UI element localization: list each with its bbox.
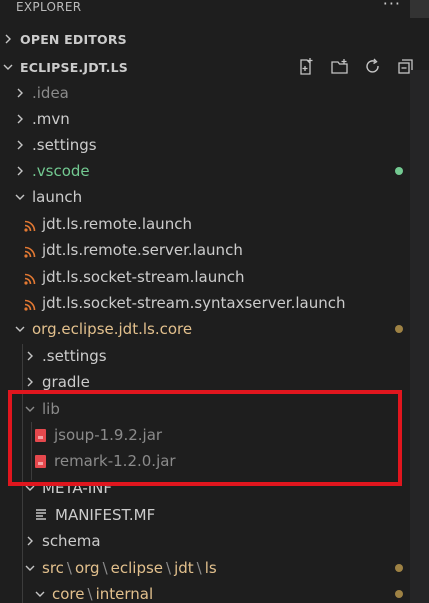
chevron-down-icon	[14, 323, 30, 335]
tree-item-label: jdt.ls.remote.launch	[42, 215, 192, 233]
tree-item-label: MANIFEST.MF	[55, 506, 156, 524]
collapse-all-icon[interactable]	[396, 57, 416, 77]
path-segment: eclipse	[110, 559, 164, 577]
tree-item-launch-file[interactable]: jdt.ls.remote.launch	[0, 211, 420, 237]
tree-item-label: .mvn	[32, 110, 70, 128]
tree-item-core[interactable]: org.eclipse.jdt.ls.core	[0, 316, 420, 342]
path-segment: ls	[204, 559, 217, 577]
refresh-icon[interactable]	[363, 57, 383, 77]
explorer-title: EXPLORER	[16, 0, 82, 14]
path-segment: jdt	[174, 559, 194, 577]
open-editors-label: OPEN EDITORS	[20, 31, 127, 47]
tree-item-src-path[interactable]: src \ org \ eclipse \ jdt \ ls	[0, 555, 420, 581]
highlight-box	[8, 390, 402, 486]
tree-item-label: .settings	[32, 136, 97, 154]
path-separator: \	[87, 585, 93, 603]
tree-item-label: jdt.ls.socket-stream.launch	[42, 268, 245, 286]
rss-icon	[24, 271, 36, 285]
modified-dot-icon	[395, 590, 403, 598]
rss-icon	[24, 244, 36, 258]
untracked-dot-icon	[395, 167, 403, 175]
open-editors-section[interactable]: OPEN EDITORS	[0, 26, 420, 52]
tree-item-label: .settings	[42, 347, 107, 365]
tree-item-label: schema	[42, 532, 101, 550]
tree-item-label: org.eclipse.jdt.ls.core	[32, 320, 193, 338]
tree-item-label: launch	[32, 188, 83, 206]
tree-item-label: .idea	[32, 84, 69, 102]
modified-dot-icon	[395, 564, 403, 572]
tree-item-label: .vscode	[32, 162, 90, 180]
text-file-icon	[35, 506, 47, 524]
tree-item-launch-file[interactable]: jdt.ls.socket-stream.syntaxserver.launch	[0, 290, 420, 316]
tree-item-launch[interactable]: launch	[0, 184, 420, 210]
project-section[interactable]: ECLIPSE.JDT.LS	[0, 54, 420, 80]
tree-item-launch-file[interactable]: jdt.ls.socket-stream.launch	[0, 264, 420, 290]
chevron-right-icon	[24, 350, 40, 362]
rss-icon	[24, 218, 36, 232]
chevron-right-icon	[14, 113, 30, 125]
more-actions-icon[interactable]: ···	[383, 0, 401, 13]
path-segment: core	[52, 585, 85, 603]
path-separator: \	[166, 559, 172, 577]
tree-item-core-settings[interactable]: .settings	[0, 343, 420, 369]
path-separator: \	[102, 559, 108, 577]
chevron-right-icon	[24, 376, 40, 388]
chevron-right-icon	[24, 535, 40, 547]
path-separator: \	[196, 559, 202, 577]
chevron-down-icon	[24, 562, 40, 574]
new-folder-icon[interactable]	[330, 57, 350, 77]
tree-item-core-internal[interactable]: core \ internal	[0, 581, 420, 603]
tree-item-manifest[interactable]: MANIFEST.MF	[0, 502, 420, 528]
chevron-right-icon	[14, 87, 30, 99]
chevron-down-icon	[34, 588, 50, 600]
chevron-right-icon	[2, 33, 18, 45]
tree-item-vscode[interactable]: .vscode	[0, 158, 420, 184]
rss-icon	[24, 297, 36, 311]
tree-item-schema[interactable]: schema	[0, 528, 420, 554]
tree-item-launch-file[interactable]: jdt.ls.remote.server.launch	[0, 237, 420, 263]
path-segment: src	[42, 559, 64, 577]
explorer-header: EXPLORER ···	[0, 0, 429, 18]
chevron-down-icon	[2, 61, 18, 73]
tree-item-mvn[interactable]: .mvn	[0, 106, 420, 132]
modified-dot-icon	[395, 325, 403, 333]
chevron-down-icon	[14, 191, 30, 203]
tree-item-idea[interactable]: .idea	[0, 80, 420, 106]
tree-item-label: jdt.ls.remote.server.launch	[42, 241, 243, 259]
new-file-icon[interactable]	[296, 57, 316, 77]
chevron-right-icon	[14, 165, 30, 177]
tree-item-label: jdt.ls.socket-stream.syntaxserver.launch	[42, 294, 346, 312]
path-segment: internal	[95, 585, 154, 603]
path-separator: \	[66, 559, 72, 577]
project-label: ECLIPSE.JDT.LS	[20, 59, 128, 75]
path-segment: org	[74, 559, 100, 577]
scrollbar-top	[410, 0, 429, 18]
tree-item-settings[interactable]: .settings	[0, 132, 420, 158]
chevron-right-icon	[14, 139, 30, 151]
